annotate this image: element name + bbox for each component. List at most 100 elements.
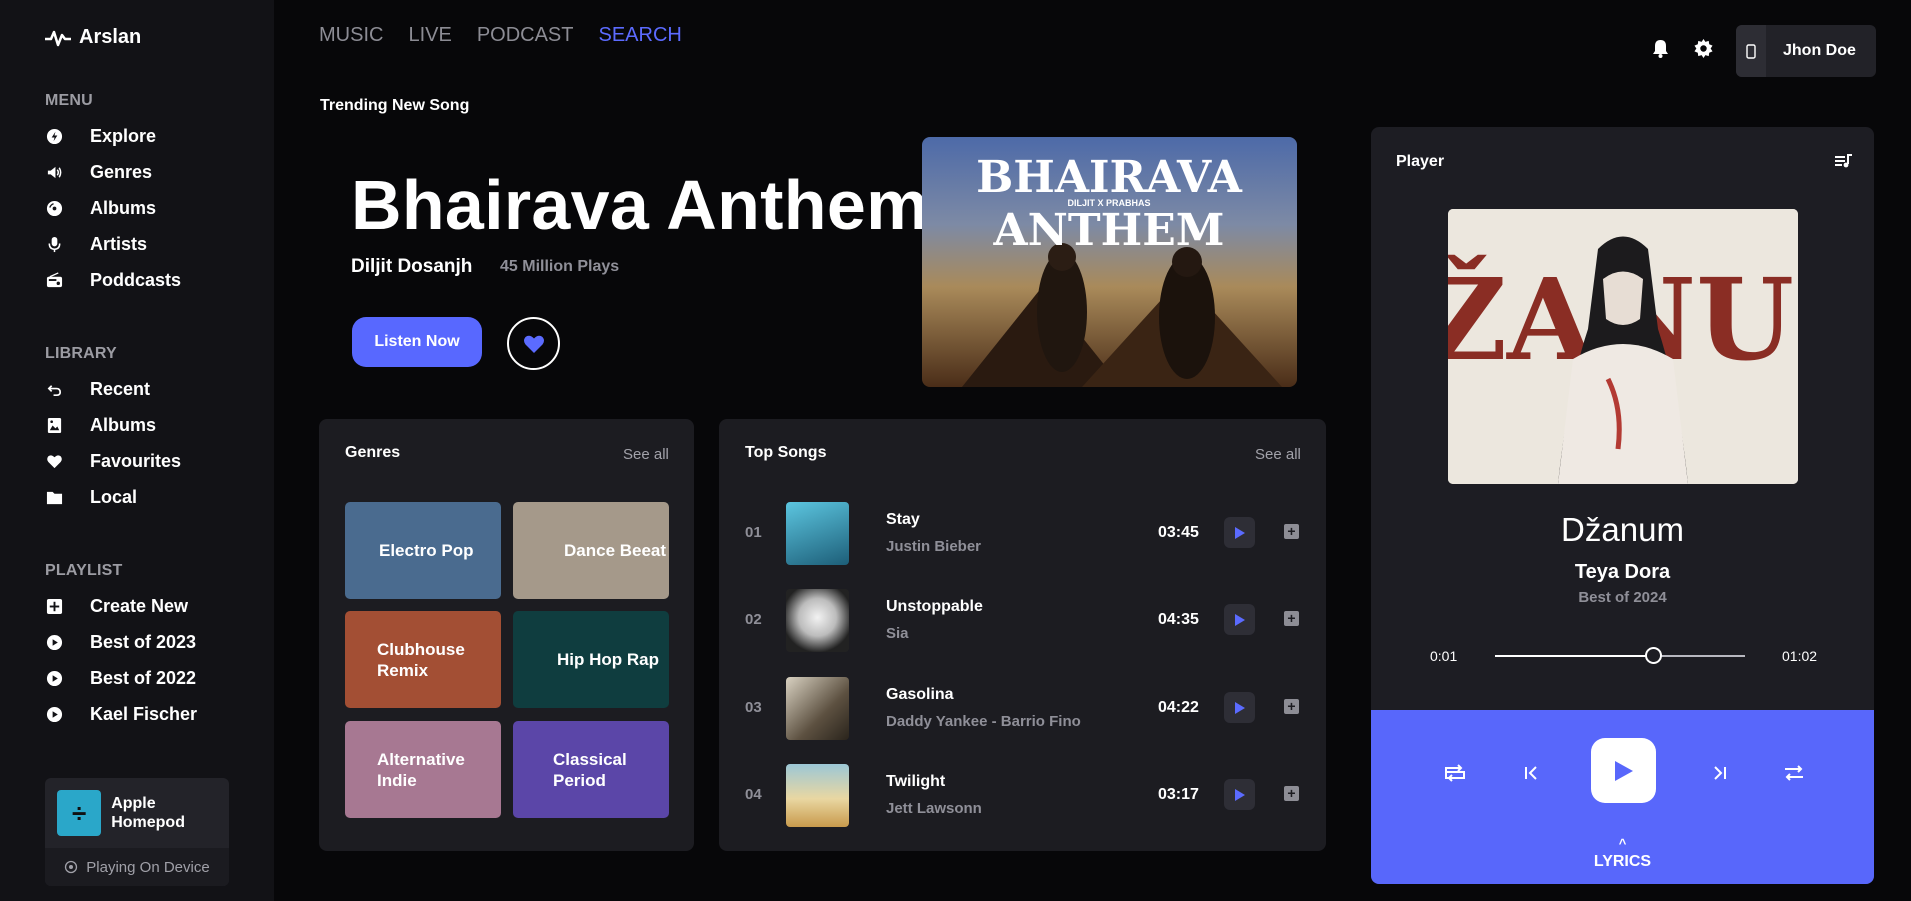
sidebar: Arslan MENU Explore Genres Albums Artist… xyxy=(0,0,274,901)
top-nav: MUSIC LIVE PODCAST SEARCH xyxy=(319,24,682,47)
hero-plays: 45 Million Plays xyxy=(500,258,620,275)
player-artist[interactable]: Teya Dora xyxy=(1371,561,1874,584)
settings-button[interactable] xyxy=(1694,39,1713,58)
lyrics-button[interactable]: LYRICS xyxy=(1371,853,1874,871)
sidebar-item-artists[interactable]: Artists xyxy=(45,234,147,255)
genre-card-dance-beeat[interactable]: Dance Beeat xyxy=(513,502,669,599)
skip-back-icon xyxy=(1525,766,1537,780)
playlist-section-title: PLAYLIST xyxy=(45,562,123,579)
folder-icon xyxy=(45,488,64,507)
device-status-text: Playing On Device xyxy=(86,858,210,876)
queue-button[interactable] xyxy=(1835,154,1852,173)
add-to-playlist-button[interactable]: + xyxy=(1284,524,1299,539)
song-artist: Justin Bieber xyxy=(886,538,982,555)
sidebar-item-best-of-2023[interactable]: Best of 2023 xyxy=(45,632,196,653)
shuffle-icon xyxy=(1785,765,1803,781)
song-thumbnail xyxy=(786,764,849,827)
tab-music[interactable]: MUSIC xyxy=(319,24,383,47)
sidebar-item-podcasts[interactable]: Poddcasts xyxy=(45,270,181,291)
repeat-icon xyxy=(1445,764,1465,782)
progress-knob[interactable] xyxy=(1644,647,1662,664)
song-play-button[interactable] xyxy=(1224,779,1255,810)
genre-card-hip-hop-rap[interactable]: Hip Hop Rap xyxy=(513,611,669,708)
sidebar-item-favourites[interactable]: Favourites xyxy=(45,451,181,472)
genre-card-classical-period[interactable]: Classical Period xyxy=(513,721,669,818)
menu-section-title: MENU xyxy=(45,92,93,109)
song-row[interactable]: 01 Stay Justin Bieber 03:45 + xyxy=(745,500,1305,566)
song-row[interactable]: 02 Unstoppable Sia 04:35 + xyxy=(745,587,1305,653)
disc-icon xyxy=(45,199,64,218)
sidebar-item-recent[interactable]: Recent xyxy=(45,379,150,400)
sidebar-item-genres[interactable]: Genres xyxy=(45,162,152,183)
progress-slider[interactable] xyxy=(1495,647,1745,664)
play-circle-icon xyxy=(45,669,64,688)
top-songs-title: Top Songs xyxy=(745,444,827,461)
section-title-trending: Trending New Song xyxy=(320,97,470,114)
sidebar-item-label: Explore xyxy=(90,126,157,146)
top-songs-see-all-link[interactable]: See all xyxy=(1255,446,1301,463)
listen-now-button[interactable]: Listen Now xyxy=(352,317,482,367)
player-song-title: Džanum xyxy=(1561,511,1684,548)
sidebar-item-label: Albums xyxy=(90,415,157,435)
sidebar-item-label: Kael Fischer xyxy=(90,704,198,724)
radio-icon xyxy=(45,271,64,290)
song-title: Twilight xyxy=(886,773,946,790)
device-card[interactable]: ÷ Apple Homepod Playing On Device xyxy=(45,778,229,886)
sidebar-item-kael-fischer[interactable]: Kael Fischer xyxy=(45,704,197,725)
song-artist: Sia xyxy=(886,625,909,642)
shuffle-button[interactable] xyxy=(1781,760,1807,786)
explore-icon xyxy=(45,127,64,146)
tab-podcast[interactable]: PODCAST xyxy=(477,24,574,47)
hero-album-art: BHAIRAVA DILJIT X PRABHAS ANTHEM xyxy=(922,137,1297,387)
song-play-button[interactable] xyxy=(1224,692,1255,723)
song-duration: 03:45 xyxy=(1158,524,1199,541)
user-menu-button[interactable]: Jhon Doe xyxy=(1736,25,1876,77)
library-section-title: LIBRARY xyxy=(45,345,117,362)
song-title: Unstoppable xyxy=(886,598,983,615)
sidebar-item-label: Albums xyxy=(90,198,157,218)
genre-label: Clubhouse Remix xyxy=(377,639,465,680)
hero-song-title: Bhairava Anthem xyxy=(351,166,929,244)
sidebar-item-explore[interactable]: Explore xyxy=(45,126,156,147)
song-thumbnail xyxy=(786,677,849,740)
song-artist: Jett Lawsonn xyxy=(886,800,982,817)
sidebar-item-create-new[interactable]: Create New xyxy=(45,596,188,617)
bell-icon xyxy=(1653,40,1668,58)
progress-fill xyxy=(1495,655,1653,657)
genre-card-electro-pop[interactable]: Electro Pop xyxy=(345,502,501,599)
tab-live[interactable]: LIVE xyxy=(408,24,451,47)
repeat-button[interactable] xyxy=(1442,760,1468,786)
sidebar-item-library-albums[interactable]: Albums xyxy=(45,415,156,436)
song-play-button[interactable] xyxy=(1224,517,1255,548)
add-to-playlist-button[interactable]: + xyxy=(1284,786,1299,801)
sidebar-item-label: Create New xyxy=(90,596,189,616)
heart-icon xyxy=(45,452,64,471)
notifications-button[interactable] xyxy=(1652,39,1669,58)
previous-button[interactable] xyxy=(1518,760,1544,786)
heart-icon xyxy=(523,335,544,353)
song-row[interactable]: 04 Twilight Jett Lawsonn 03:17 + xyxy=(745,762,1305,828)
genre-card-alternative-indie[interactable]: Alternative Indie xyxy=(345,721,501,818)
play-pause-button[interactable] xyxy=(1591,738,1656,803)
playback-controls: ^ LYRICS xyxy=(1371,710,1874,884)
favorite-button[interactable] xyxy=(507,317,560,370)
song-row[interactable]: 03 Gasolina Daddy Yankee - Barrio Fino 0… xyxy=(745,675,1305,741)
pulse-icon xyxy=(45,30,71,46)
next-button[interactable] xyxy=(1707,760,1733,786)
chevron-up-icon[interactable]: ^ xyxy=(1371,836,1874,851)
app-logo[interactable]: Arslan xyxy=(45,26,141,49)
sidebar-item-best-of-2022[interactable]: Best of 2022 xyxy=(45,668,196,689)
device-name: Apple Homepod xyxy=(111,795,185,831)
add-to-playlist-button[interactable]: + xyxy=(1284,611,1299,626)
tab-search[interactable]: SEARCH xyxy=(599,24,682,47)
song-play-button[interactable] xyxy=(1224,604,1255,635)
sidebar-item-local[interactable]: Local xyxy=(45,487,137,508)
add-to-playlist-button[interactable]: + xyxy=(1284,699,1299,714)
sidebar-item-albums[interactable]: Albums xyxy=(45,198,156,219)
genre-card-clubhouse-remix[interactable]: Clubhouse Remix xyxy=(345,611,501,708)
hero-artist[interactable]: Diljit Dosanjh xyxy=(351,256,472,278)
play-icon xyxy=(1234,526,1245,539)
song-thumbnail xyxy=(786,589,849,652)
player-album: Best of 2024 xyxy=(1578,589,1667,606)
genres-see-all-link[interactable]: See all xyxy=(623,446,669,463)
